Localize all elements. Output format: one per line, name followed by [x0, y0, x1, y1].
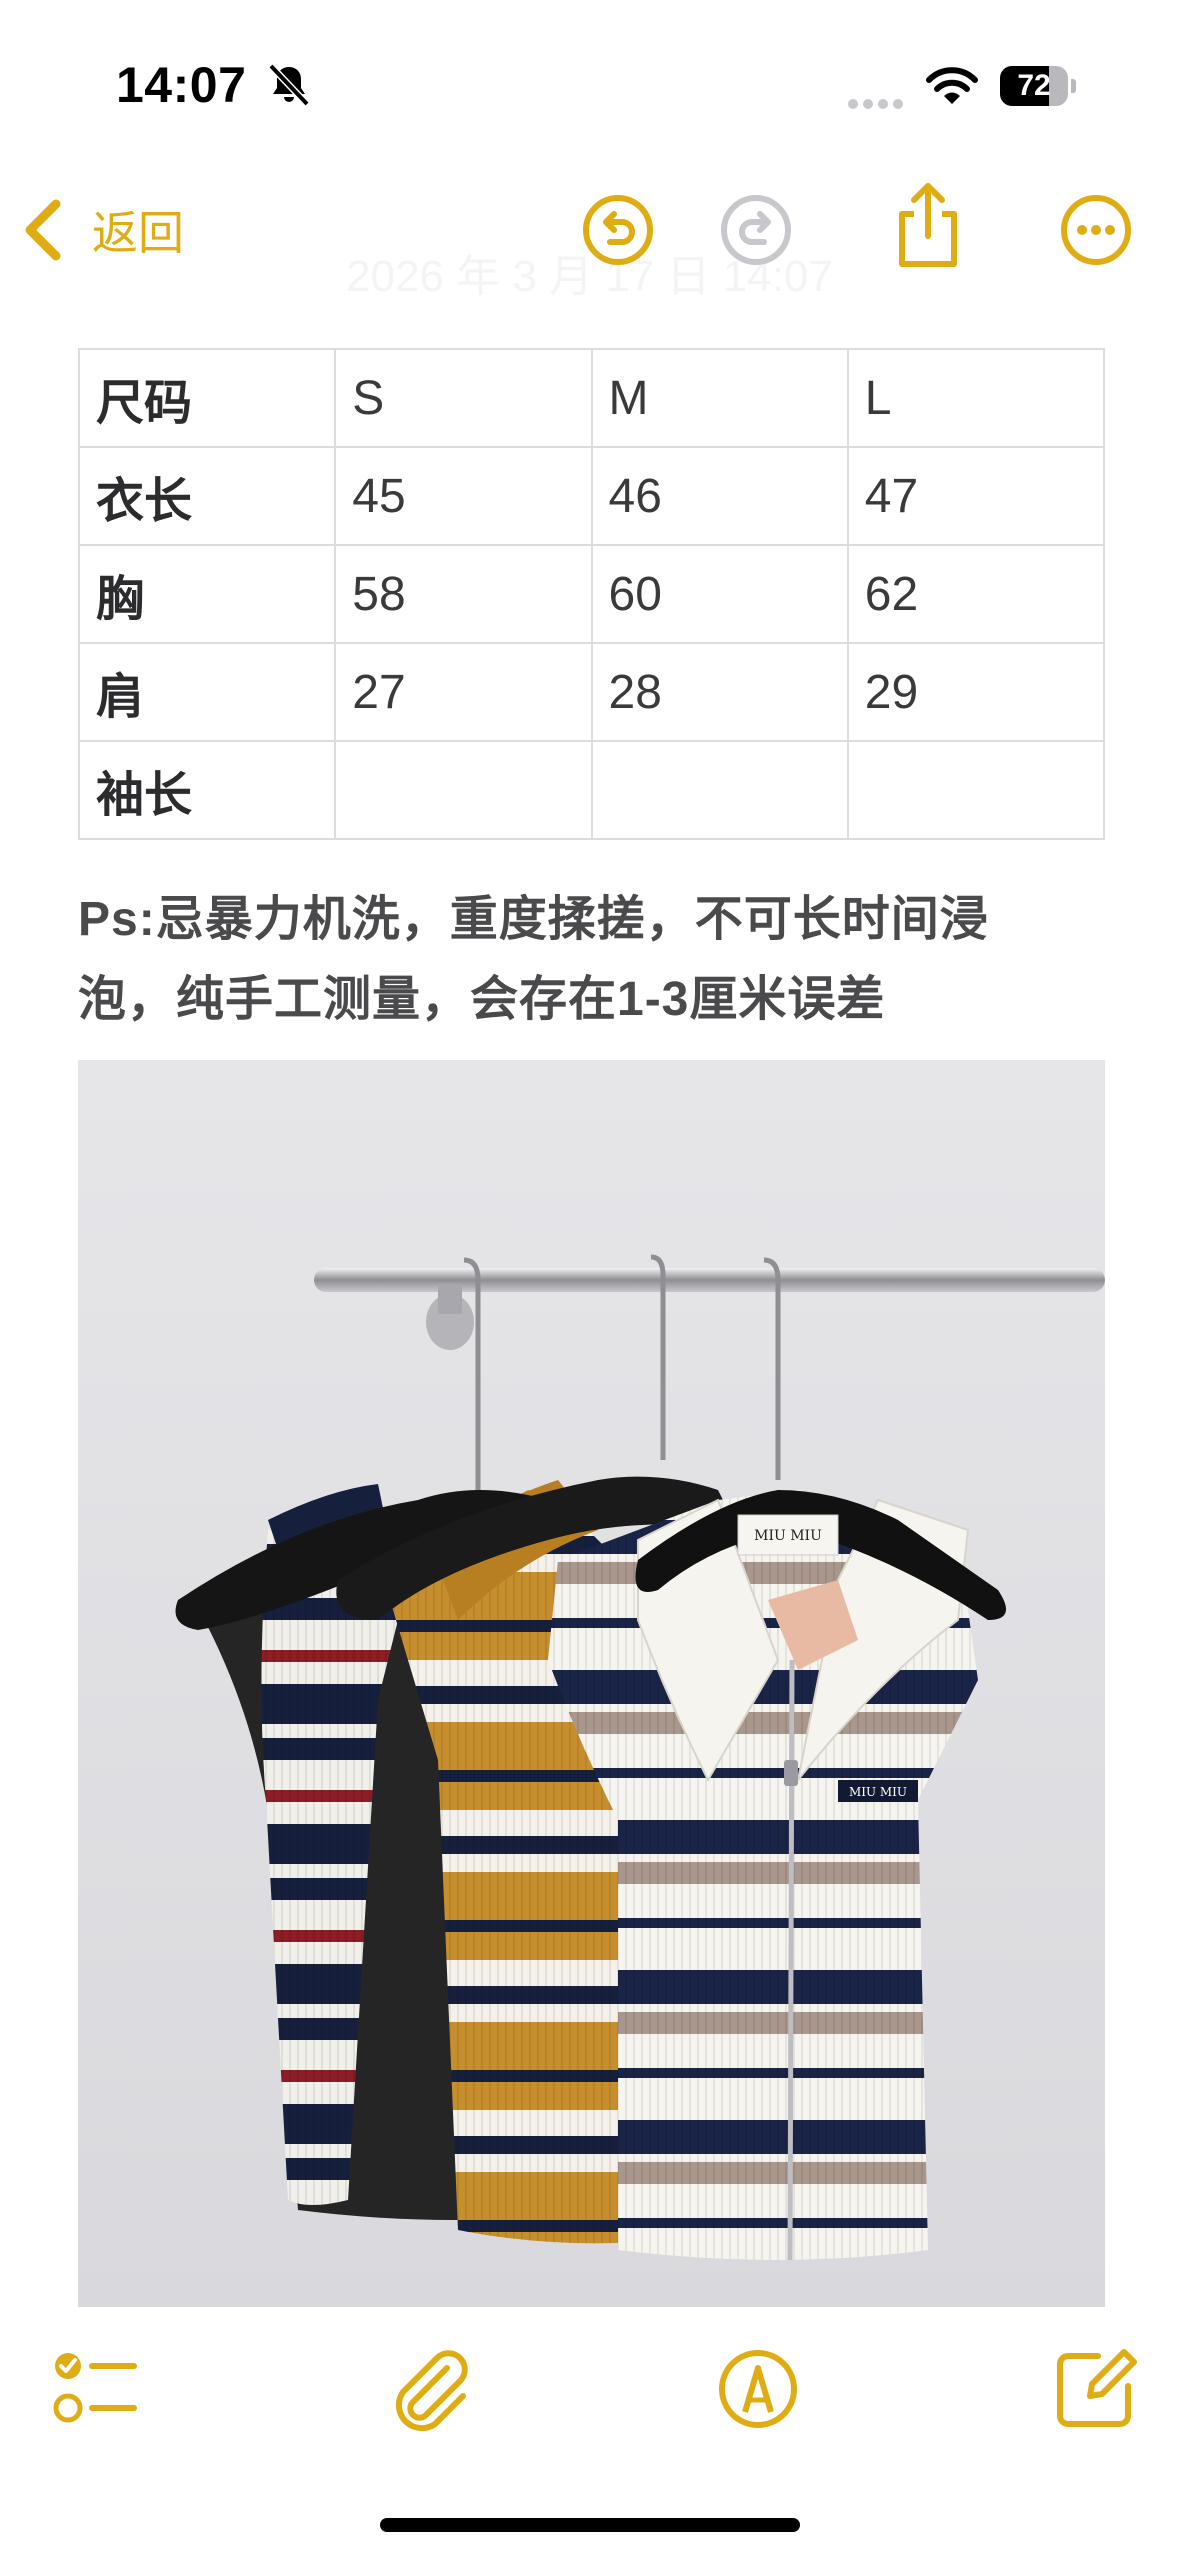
neck-label-text: MIU MIU	[754, 1528, 822, 1544]
table-cell[interactable]	[846, 740, 1106, 840]
product-photo[interactable]: MIU MIU MIU MIU	[78, 1060, 1105, 2307]
more-icon[interactable]	[1058, 192, 1134, 268]
note-line: Ps:忌暴力机洗，重度揉搓，不可长时间浸	[78, 893, 989, 946]
bell-slash-icon	[268, 63, 310, 107]
chevron-left-icon	[25, 199, 61, 261]
table-cell[interactable]: 28	[590, 642, 849, 742]
back-label: 返回	[92, 207, 184, 259]
table-cell[interactable]: 60	[590, 544, 849, 644]
battery-indicator: 72	[1000, 66, 1076, 106]
note-text[interactable]: Ps:忌暴力机洗，重度揉搓，不可长时间浸 泡，纯手工测量，会存在1-3厘米误差	[78, 880, 1108, 1040]
table-cell[interactable]: 胸	[77, 544, 337, 644]
paperclip-icon[interactable]	[385, 2344, 475, 2434]
table-row: 袖长	[77, 740, 1106, 840]
table-row: 胸 58 60 62	[77, 544, 1106, 644]
table-cell[interactable]: 27	[334, 642, 593, 742]
table-cell[interactable]: 肩	[77, 642, 337, 742]
undo-icon[interactable]	[580, 192, 656, 268]
table-cell[interactable]: 衣长	[77, 446, 337, 546]
table-cell[interactable]: S	[334, 348, 593, 448]
table-cell[interactable]: M	[590, 348, 849, 448]
table-cell[interactable]: 62	[846, 544, 1106, 644]
table-cell[interactable]: 45	[334, 446, 593, 546]
status-time: 14:07	[116, 57, 247, 113]
table-cell[interactable]	[334, 740, 593, 840]
cellular-signal-icon	[848, 96, 908, 114]
table-cell[interactable]: 29	[846, 642, 1106, 742]
table-cell[interactable]: 袖长	[77, 740, 337, 840]
table-cell[interactable]	[590, 740, 849, 840]
table-cell[interactable]: L	[846, 348, 1106, 448]
redo-icon[interactable]	[718, 192, 794, 268]
note-line: 泡，纯手工测量，会存在1-3厘米误差	[78, 973, 886, 1026]
checklist-icon[interactable]	[50, 2344, 140, 2434]
table-cell[interactable]: 尺码	[77, 348, 337, 448]
battery-level: 72	[1017, 69, 1051, 102]
table-cell[interactable]: 46	[590, 446, 849, 546]
table-row: 衣长 45 46 47	[77, 446, 1106, 546]
share-icon[interactable]	[888, 180, 968, 270]
table-cell[interactable]: 58	[334, 544, 593, 644]
markup-icon[interactable]	[713, 2344, 803, 2434]
size-table: 尺码 S M L 衣长 45 46 47 胸 58 60 62 肩 27 28 …	[77, 348, 1106, 840]
wifi-icon	[926, 67, 978, 104]
compose-icon[interactable]	[1050, 2344, 1140, 2434]
table-cell[interactable]: 47	[846, 446, 1106, 546]
back-button[interactable]: 返回	[20, 190, 184, 270]
home-indicator	[380, 2518, 800, 2532]
chest-label-text: MIU MIU	[849, 1785, 907, 1799]
table-row: 尺码 S M L	[77, 348, 1106, 448]
table-row: 肩 27 28 29	[77, 642, 1106, 742]
